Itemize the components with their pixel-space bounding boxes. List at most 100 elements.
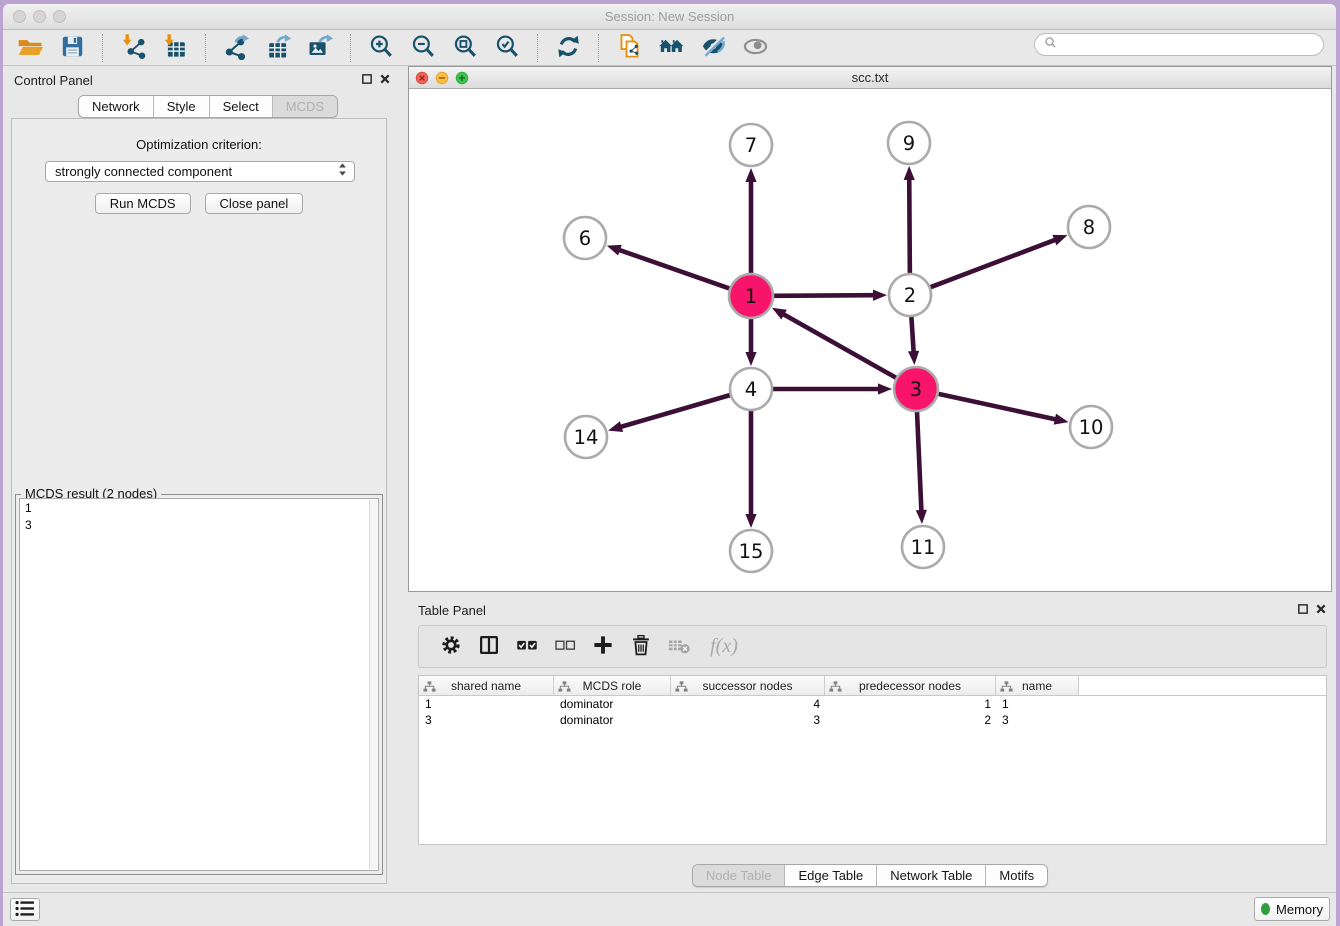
graph-edge-1-2[interactable]	[774, 290, 887, 301]
graph-edge-2-3[interactable]	[908, 317, 919, 365]
graph-node-7[interactable]: 7	[730, 124, 772, 166]
graph-edge-3-11[interactable]	[916, 412, 927, 524]
table-panel-float-button[interactable]	[1296, 603, 1310, 617]
cell-successor-nodes[interactable]: 3	[671, 713, 825, 727]
export-image-button[interactable]	[302, 32, 338, 64]
network-overview-button[interactable]	[653, 32, 689, 64]
clone-network-button[interactable]	[611, 32, 647, 64]
delete-column-button[interactable]	[664, 630, 694, 664]
table-row-1[interactable]: 1dominator411	[419, 696, 1326, 712]
zoom-fit-button[interactable]	[447, 32, 483, 64]
graph-edge-2-9[interactable]	[904, 166, 915, 273]
graph-edge-1-4[interactable]	[745, 319, 756, 366]
export-table-button[interactable]	[260, 32, 296, 64]
delete-column-icon	[667, 633, 691, 660]
hide-details-button[interactable]	[695, 32, 731, 64]
graph-node-2[interactable]: 2	[889, 274, 931, 316]
cell-name[interactable]: 3	[996, 713, 1079, 727]
graph-node-6[interactable]: 6	[564, 217, 606, 259]
run-mcds-button[interactable]: Run MCDS	[95, 193, 191, 214]
open-session-button[interactable]	[12, 32, 48, 64]
graph-edge-4-14[interactable]	[608, 395, 730, 432]
tab-select[interactable]: Select	[209, 96, 272, 117]
cell-predecessor-nodes[interactable]: 1	[825, 697, 996, 711]
memory-button[interactable]: Memory	[1254, 897, 1330, 921]
network-window-titlebar: scc.txt	[409, 67, 1331, 89]
graph-node-8[interactable]: 8	[1068, 206, 1110, 248]
delete-row-button[interactable]	[626, 630, 656, 664]
column-header-successor-nodes[interactable]: successor nodes	[671, 676, 825, 695]
graph-node-15[interactable]: 15	[730, 530, 772, 572]
cell-shared-name[interactable]: 1	[419, 697, 554, 711]
graph-edge-3-1[interactable]	[772, 308, 896, 378]
import-table-icon	[162, 33, 189, 63]
search-box[interactable]	[1034, 33, 1324, 56]
mcds-result-box[interactable]: 1 3	[19, 498, 379, 871]
network-canvas[interactable]: 7 9 6 8 1 2 4 3 14 10 15 11	[409, 89, 1331, 591]
toolbar-separator	[205, 34, 206, 62]
column-header-mcds-role[interactable]: MCDS role	[554, 676, 671, 695]
cell-shared-name[interactable]: 3	[419, 713, 554, 727]
result-scrollbar[interactable]	[369, 500, 377, 869]
cell-mcds-role[interactable]: dominator	[554, 697, 671, 711]
tab-edge-table[interactable]: Edge Table	[784, 865, 876, 886]
search-input[interactable]	[1062, 36, 1323, 54]
cell-name[interactable]: 1	[996, 697, 1079, 711]
graph-node-3[interactable]: 3	[894, 367, 938, 411]
graph-node-10[interactable]: 10	[1070, 406, 1112, 448]
refresh-layout-button[interactable]	[550, 32, 586, 64]
graph-node-1[interactable]: 1	[729, 274, 773, 318]
tab-mcds[interactable]: MCDS	[272, 96, 337, 117]
criterion-dropdown[interactable]: strongly connected component	[45, 161, 355, 182]
control-panel-close-button[interactable]	[378, 73, 392, 87]
zoom-out-button[interactable]	[405, 32, 441, 64]
graph-edge-4-3[interactable]	[773, 383, 892, 394]
control-panel-float-button[interactable]	[360, 73, 374, 87]
table-panel-close-button[interactable]	[1314, 603, 1328, 617]
svg-text:3: 3	[910, 378, 922, 401]
export-image-icon	[307, 33, 334, 63]
graph-edge-3-10[interactable]	[938, 394, 1068, 425]
graph-edge-1-6[interactable]	[607, 245, 730, 288]
column-header-shared-name[interactable]: shared name	[419, 676, 554, 695]
graph-edge-4-15[interactable]	[745, 411, 756, 528]
vertical-splitter-handle[interactable]	[397, 466, 404, 492]
task-history-button[interactable]	[10, 898, 40, 921]
control-panel-header: Control Panel	[3, 66, 397, 94]
cell-successor-nodes[interactable]: 4	[671, 697, 825, 711]
add-row-button[interactable]	[588, 630, 618, 664]
zoom-in-button[interactable]	[363, 32, 399, 64]
columns-button[interactable]	[474, 630, 504, 664]
cell-predecessor-nodes[interactable]: 2	[825, 713, 996, 727]
close-panel-button[interactable]: Close panel	[205, 193, 304, 214]
gear-button[interactable]	[436, 630, 466, 664]
graph-node-4[interactable]: 4	[730, 368, 772, 410]
graph-node-11[interactable]: 11	[902, 526, 944, 568]
column-header-name[interactable]: name	[996, 676, 1079, 695]
graph-edge-2-8[interactable]	[931, 235, 1068, 287]
show-details-button[interactable]	[737, 32, 773, 64]
hierarchy-icon	[829, 680, 842, 698]
graph-node-14[interactable]: 14	[565, 416, 607, 458]
save-session-button[interactable]	[54, 32, 90, 64]
column-header-predecessor-nodes[interactable]: predecessor nodes	[825, 676, 996, 695]
function-button[interactable]: f(x)	[702, 630, 746, 664]
table-row-2[interactable]: 3dominator323	[419, 712, 1326, 728]
tab-motifs[interactable]: Motifs	[985, 865, 1047, 886]
tab-style[interactable]: Style	[153, 96, 209, 117]
cell-mcds-role[interactable]: dominator	[554, 713, 671, 727]
graph-node-9[interactable]: 9	[888, 122, 930, 164]
table-panel-tabs: Node TableEdge TableNetwork TableMotifs	[692, 864, 1048, 887]
graph-edge-1-7[interactable]	[745, 168, 756, 273]
tab-network[interactable]: Network	[79, 96, 153, 117]
svg-text:2: 2	[904, 284, 916, 307]
horizontal-splitter-handle[interactable]	[856, 588, 882, 594]
check-all-button[interactable]	[512, 630, 542, 664]
uncheck-all-button[interactable]	[550, 630, 580, 664]
import-table-button[interactable]	[157, 32, 193, 64]
zoom-selected-button[interactable]	[489, 32, 525, 64]
tab-network-table[interactable]: Network Table	[876, 865, 985, 886]
import-network-button[interactable]	[115, 32, 151, 64]
export-network-button[interactable]	[218, 32, 254, 64]
tab-node-table[interactable]: Node Table	[693, 865, 785, 886]
